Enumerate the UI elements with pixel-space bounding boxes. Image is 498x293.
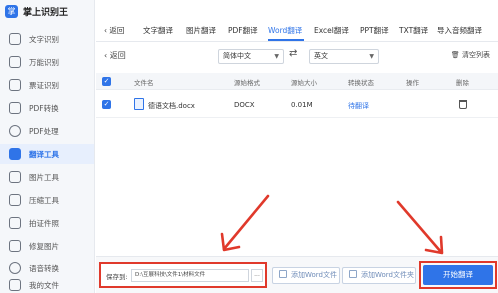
column-header-delete: 删除 xyxy=(456,79,469,87)
sidebar-item-pdf-convert[interactable]: PDF转换 xyxy=(0,98,94,118)
sidebar-item-label: 万能识别 xyxy=(29,57,59,67)
app-name: 掌上识别王 xyxy=(23,7,69,18)
sidebar-item-repair-image[interactable]: 修复图片 xyxy=(0,236,94,256)
sidebar-item-label: 我的文件 xyxy=(29,280,59,290)
sidebar-item-my-files[interactable]: 我的文件 xyxy=(0,275,94,293)
add-word-file-button[interactable]: 添加Word文件 xyxy=(272,267,340,284)
save-location-label: 保存到: xyxy=(106,273,128,281)
repair-image-icon xyxy=(9,240,21,252)
universal-recognition-icon xyxy=(9,56,21,68)
delete-row-icon[interactable] xyxy=(459,100,467,109)
annotation-arrow-right xyxy=(396,200,444,255)
column-header-action: 操作 xyxy=(406,79,419,87)
table-row: ✓ 德语文档.docx DOCX 0.01M 待翻译 xyxy=(96,92,498,118)
tab-audio-translate[interactable]: 导入音频翻译 xyxy=(437,25,482,36)
sidebar-item-label: 票证识别 xyxy=(29,80,59,90)
tab-ppt-translate[interactable]: PPT翻译 xyxy=(360,25,389,36)
sidebar-item-label: 压缩工具 xyxy=(29,195,59,205)
translate-tool-icon xyxy=(9,148,21,160)
browse-folder-button[interactable]: ... xyxy=(251,269,263,282)
file-size: 0.01M xyxy=(291,101,313,109)
sidebar-item-image-tool[interactable]: 图片工具 xyxy=(0,167,94,187)
sidebar-item-pdf-process[interactable]: PDF处理 xyxy=(0,121,94,141)
save-path-input[interactable]: D:\互展科技\文件1\材料文件 xyxy=(131,269,249,282)
sidebar-item-label: PDF处理 xyxy=(29,126,59,136)
voice-convert-icon xyxy=(9,262,21,274)
ticket-recognition-icon xyxy=(9,79,21,91)
status-badge: 待翻译 xyxy=(348,102,369,110)
column-header-status: 转换状态 xyxy=(348,79,374,87)
sidebar-item-id-photo[interactable]: 拍证件照 xyxy=(0,213,94,233)
chevron-down-icon: ▼ xyxy=(369,53,374,60)
swap-languages-icon[interactable]: ⇄ xyxy=(289,48,297,59)
sidebar-item-text-recognition[interactable]: 文字识别 xyxy=(0,29,94,49)
sidebar-item-universal-recognition[interactable]: 万能识别 xyxy=(0,52,94,72)
column-header-filename: 文件名 xyxy=(134,79,154,87)
add-file-icon xyxy=(279,270,287,278)
text-recognition-icon xyxy=(9,33,21,45)
clear-list-button[interactable]: 🗑 清空列表 xyxy=(451,50,490,60)
sidebar-item-label: 文字识别 xyxy=(29,34,59,44)
sidebar-item-ticket-recognition[interactable]: 票证识别 xyxy=(0,75,94,95)
column-header-size: 源始大小 xyxy=(291,79,317,87)
compress-tool-icon xyxy=(9,194,21,206)
back-button[interactable]: ‹ 返回 xyxy=(104,50,126,61)
sidebar-item-label: 修复图片 xyxy=(29,241,59,251)
app-title: 掌 掌上识别王 xyxy=(5,3,68,19)
sidebar: 掌 掌上识别王 文字识别 万能识别 票证识别 PDF转换 PDF处理 翻译工具 … xyxy=(0,0,95,293)
id-photo-icon xyxy=(9,217,21,229)
select-all-checkbox[interactable]: ✓ xyxy=(102,77,111,86)
file-name: 德语文档.docx xyxy=(148,102,195,110)
sidebar-item-label: 图片工具 xyxy=(29,172,59,182)
tab-word-translate[interactable]: Word翻译 xyxy=(268,25,302,36)
start-button-highlight: 开始翻译 xyxy=(419,261,497,289)
sidebar-item-translate-tool[interactable]: 翻译工具 xyxy=(0,144,94,164)
active-tab-indicator xyxy=(268,39,304,41)
sidebar-item-label: PDF转换 xyxy=(29,103,59,113)
add-word-folder-button[interactable]: 添加Word文件夹 xyxy=(342,267,416,284)
trash-icon: 🗑 xyxy=(450,51,462,59)
pdf-convert-icon xyxy=(9,102,21,114)
start-translate-button[interactable]: 开始翻译 xyxy=(423,265,493,285)
source-language-select[interactable]: 简体中文 ▼ xyxy=(218,49,284,64)
add-folder-icon xyxy=(349,270,357,278)
sidebar-item-label: 翻译工具 xyxy=(29,149,59,159)
word-file-icon xyxy=(134,98,144,110)
language-toolbar: ‹ 返回 简体中文 ▼ ⇄ 英文 ▼ 🗑 清空列表 xyxy=(96,45,498,67)
tab-pdf-translate[interactable]: PDF翻译 xyxy=(228,25,258,36)
annotation-arrow-left xyxy=(220,194,270,252)
row-checkbox[interactable]: ✓ xyxy=(102,100,111,109)
file-table-header: ✓ 文件名 源始格式 源始大小 转换状态 操作 删除 xyxy=(96,73,498,90)
file-format: DOCX xyxy=(234,101,255,109)
sidebar-item-label: 语音转换 xyxy=(29,263,59,273)
my-files-icon xyxy=(9,279,21,291)
bottom-action-bar: 保存到: D:\互展科技\文件1\材料文件 ... 添加Word文件 添加Wor… xyxy=(96,256,498,293)
column-header-format: 源始格式 xyxy=(234,79,260,87)
target-language-select[interactable]: 英文 ▼ xyxy=(309,49,379,64)
save-location-highlight: 保存到: D:\互展科技\文件1\材料文件 ... xyxy=(99,262,267,288)
tab-text-translate[interactable]: 文字翻译 xyxy=(143,25,173,36)
translate-tab-bar: ‹ 返回 文字翻译 图片翻译 PDF翻译 Word翻译 Excel翻译 PPT翻… xyxy=(96,22,498,42)
tab-txt-translate[interactable]: TXT翻译 xyxy=(399,25,428,36)
chevron-down-icon: ▼ xyxy=(274,53,279,60)
tab-excel-translate[interactable]: Excel翻译 xyxy=(314,25,349,36)
app-logo: 掌 xyxy=(5,4,18,18)
tab-back-button[interactable]: ‹ 返回 xyxy=(104,25,124,36)
sidebar-item-compress-tool[interactable]: 压缩工具 xyxy=(0,190,94,210)
pdf-process-icon xyxy=(9,125,21,137)
sidebar-item-label: 拍证件照 xyxy=(29,218,59,228)
image-tool-icon xyxy=(9,171,21,183)
tab-image-translate[interactable]: 图片翻译 xyxy=(186,25,216,36)
